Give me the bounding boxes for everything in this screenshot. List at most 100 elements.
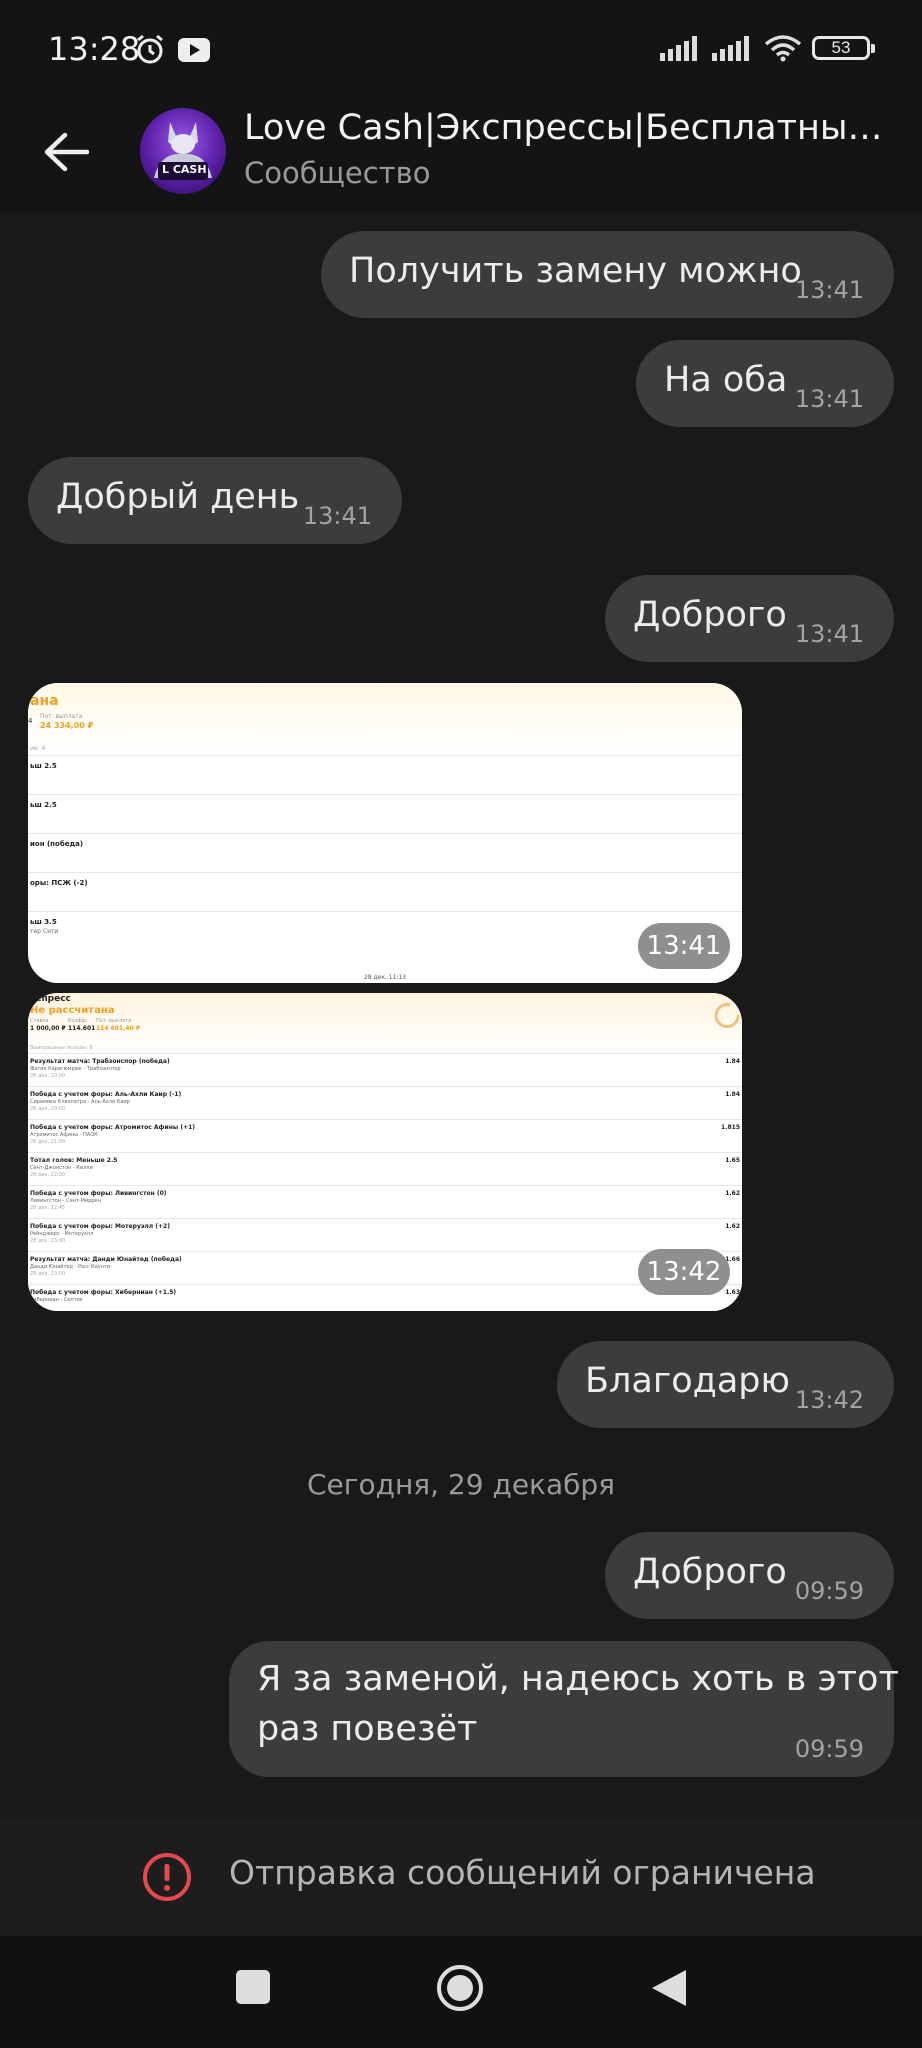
bet-row: Победа с учетом форы: Атромитос Афины (+… (28, 1119, 742, 1152)
bet-row-date: 28 дек, 22:00 (30, 1172, 66, 1178)
refresh-icon (714, 1003, 740, 1029)
betslip-footer: 28 дек, 11:13 (363, 974, 407, 981)
bet-row-sub: Сент-Джонстон - Килли (30, 1165, 93, 1171)
recents-button[interactable] (234, 1968, 272, 2006)
message-time: 13:42 (794, 1386, 864, 1414)
bet-row-title: Результат матча: Данди Юнайтед (победа) (30, 1256, 182, 1263)
message-bubble-outgoing[interactable]: Благодарю 13:42 (557, 1341, 894, 1428)
bet-row-date: 28 дек, 20:00 (30, 1106, 66, 1112)
coef-label: Коэфф. (68, 1018, 88, 1024)
chat-title[interactable]: Love Cash|Экспрессы|Бесплатные... (244, 108, 884, 148)
message-text: Благодарю (585, 1361, 790, 1401)
message-bubble-incoming[interactable]: Добрый день 13:41 (28, 457, 402, 544)
bet-row-odd: 1.84 (725, 1091, 740, 1098)
bet-row-date: 28 дек, 23:00 (30, 1238, 66, 1244)
message-text-line-1: Я за заменой, надеюсь хоть в этот (257, 1659, 899, 1699)
bet-row-sub: Рейнджерс - Мотеруэлл (30, 1231, 94, 1237)
bet-row-title: Победа с учетом форы: Аль-Ахли Каир (-1) (30, 1091, 182, 1098)
bet-row-odd: 1.62 (725, 1223, 740, 1230)
betslip-section: Выигрышные исходы: 8 (30, 1045, 93, 1051)
bet-row: Победа с учетом форы: Хиберниан (+1.5) Х… (28, 1284, 742, 1311)
message-bubble-outgoing[interactable]: Доброго 13:41 (605, 575, 894, 662)
coef-value: 114.601 (68, 1025, 96, 1032)
message-bubble-outgoing[interactable]: Я за заменой, надеюсь хоть в этот раз по… (229, 1641, 899, 1777)
payout-label: Пот. выплата (96, 1018, 132, 1024)
bet-row-title: Победа с учетом форы: Хиберниан (+1.5) (30, 1289, 177, 1296)
bet-row-sub: Атромитос Афины - ПАОК (30, 1132, 98, 1138)
message-time: 13:41 (302, 502, 372, 530)
bet-row-odd: 1.84 (725, 1058, 740, 1065)
chat-subtitle: Сообщество (244, 156, 431, 190)
bet-row-date: 28 дек, 23:00 (30, 1271, 66, 1277)
payout-value: 114 601,40 ₽ (96, 1025, 141, 1032)
bet-row-date: 28 дек, 21:00 (30, 1139, 66, 1145)
bet-row-odd: 1.62 (725, 1190, 740, 1197)
bet-row-sub: Данди Юнайтед - Росс Каунти (30, 1264, 111, 1270)
bet-row-title: Победа с учетом форы: Мотеруэлл (+2) (30, 1223, 170, 1230)
bet-row-title: Результат матча: Трабзонспор (победа) (30, 1058, 170, 1065)
betslip-title: кспресс (30, 994, 71, 1004)
bet-row-title: ьш 2.5 (30, 801, 57, 809)
bet-row-title: оры: ПСЖ (-2) (30, 879, 88, 887)
message-text: На оба (664, 360, 788, 400)
message-text: Доброго (633, 595, 787, 635)
message-bubble-outgoing[interactable]: Получить замену можно 13:41 (321, 231, 894, 318)
message-bubble-outgoing[interactable]: Доброго 09:59 (605, 1532, 894, 1619)
status-icons: 53 (660, 34, 875, 62)
bet-row-title: Тотал голов: Меньше 2.5 (30, 1157, 118, 1164)
bet-row: Результат матча: Данди Юнайтед (победа) … (28, 1251, 742, 1284)
bet-row-sub: Хиберниан - Селтик (30, 1297, 83, 1303)
community-avatar[interactable]: L CASH (140, 108, 226, 194)
system-navigation-bar (0, 1936, 922, 2048)
bet-row-date: 28 дек, 20:00 (30, 1073, 66, 1079)
chat-header: L CASH Love Cash|Экспрессы|Бесплатные...… (0, 104, 922, 212)
arrow-left-icon (44, 132, 89, 172)
bet-row-title: ьш 2.5 (30, 762, 57, 770)
message-time: 09:59 (794, 1577, 864, 1605)
message-text: Доброго (633, 1552, 787, 1592)
bet-row-title: Победа с учетом форы: Ливингстон (0) (30, 1190, 167, 1197)
bet-row-sub: Фатих Карагюмрюк - Трабзонспор (30, 1066, 121, 1072)
input-restricted-notice: Отправка сообщений ограничена (0, 1818, 922, 1936)
bet-row-odd: 1.815 (721, 1124, 740, 1131)
message-bubble-outgoing[interactable]: На оба 13:41 (636, 340, 894, 427)
bet-row: Результат матча: Трабзонспор (победа) Фа… (28, 1053, 742, 1086)
bet-row: Победа с учетом форы: Ливингстон (0) Лив… (28, 1185, 742, 1218)
signal-icon (660, 36, 697, 61)
image-message[interactable]: ана 4 Пот. выплата 24 334,00 ₽ ие: 4 ьш … (28, 683, 742, 983)
bet-row-sub: Ливингстон - Сент-Миррен (30, 1198, 101, 1204)
bet-row: Победа с учетом форы: Мотеруэлл (+2) Рей… (28, 1218, 742, 1251)
betslip-screenshot: ана 4 Пот. выплата 24 334,00 ₽ ие: 4 ьш … (28, 683, 742, 983)
bet-row-title: ион (победа) (30, 840, 84, 848)
back-button[interactable] (38, 124, 94, 180)
message-time: 09:59 (794, 1735, 864, 1763)
warning-icon (143, 1853, 191, 1901)
message-time: 13:41 (794, 385, 864, 413)
bet-row-sub: тер Сити (30, 928, 59, 935)
betslip-stub: 4 (28, 717, 33, 725)
message-text: Добрый день (56, 477, 300, 517)
battery-level: 53 (831, 38, 851, 57)
payout-label: Пот. выплата (40, 713, 83, 720)
image-message[interactable]: кспресс Не рассчитана Ставка 1 000,00 ₽ … (28, 993, 742, 1311)
bet-row-title: ьш 3.5 (30, 918, 57, 926)
betslip-screenshot: кспресс Не рассчитана Ставка 1 000,00 ₽ … (28, 993, 742, 1311)
avatar-logo-icon (154, 122, 212, 180)
message-time: 13:41 (794, 276, 864, 304)
bet-row: Победа с учетом форы: Аль-Ахли Каир (-1)… (28, 1086, 742, 1119)
payout-value: 24 334,00 ₽ (40, 721, 94, 730)
avatar-text: L CASH (162, 163, 207, 176)
message-text-line-2: раз повезёт (257, 1709, 478, 1749)
bet-row: Тотал голов: Меньше 2.5 Сент-Джонстон - … (28, 1152, 742, 1185)
betslip-title: ана (30, 693, 59, 709)
bet-row-sub: Сирамика Клеопатра - Аль-Ахли Каир (30, 1099, 130, 1105)
status-bar: 13:28 53 (0, 0, 922, 104)
signal-icon-2 (712, 36, 749, 61)
message-text: Получить замену можно (349, 251, 802, 291)
home-button[interactable] (436, 1964, 484, 2012)
status-time: 13:28 (48, 30, 141, 68)
wifi-icon (764, 35, 802, 62)
bet-row-odd: 1.65 (725, 1157, 740, 1164)
youtube-icon (178, 38, 210, 62)
back-nav-button[interactable] (650, 1968, 688, 2008)
